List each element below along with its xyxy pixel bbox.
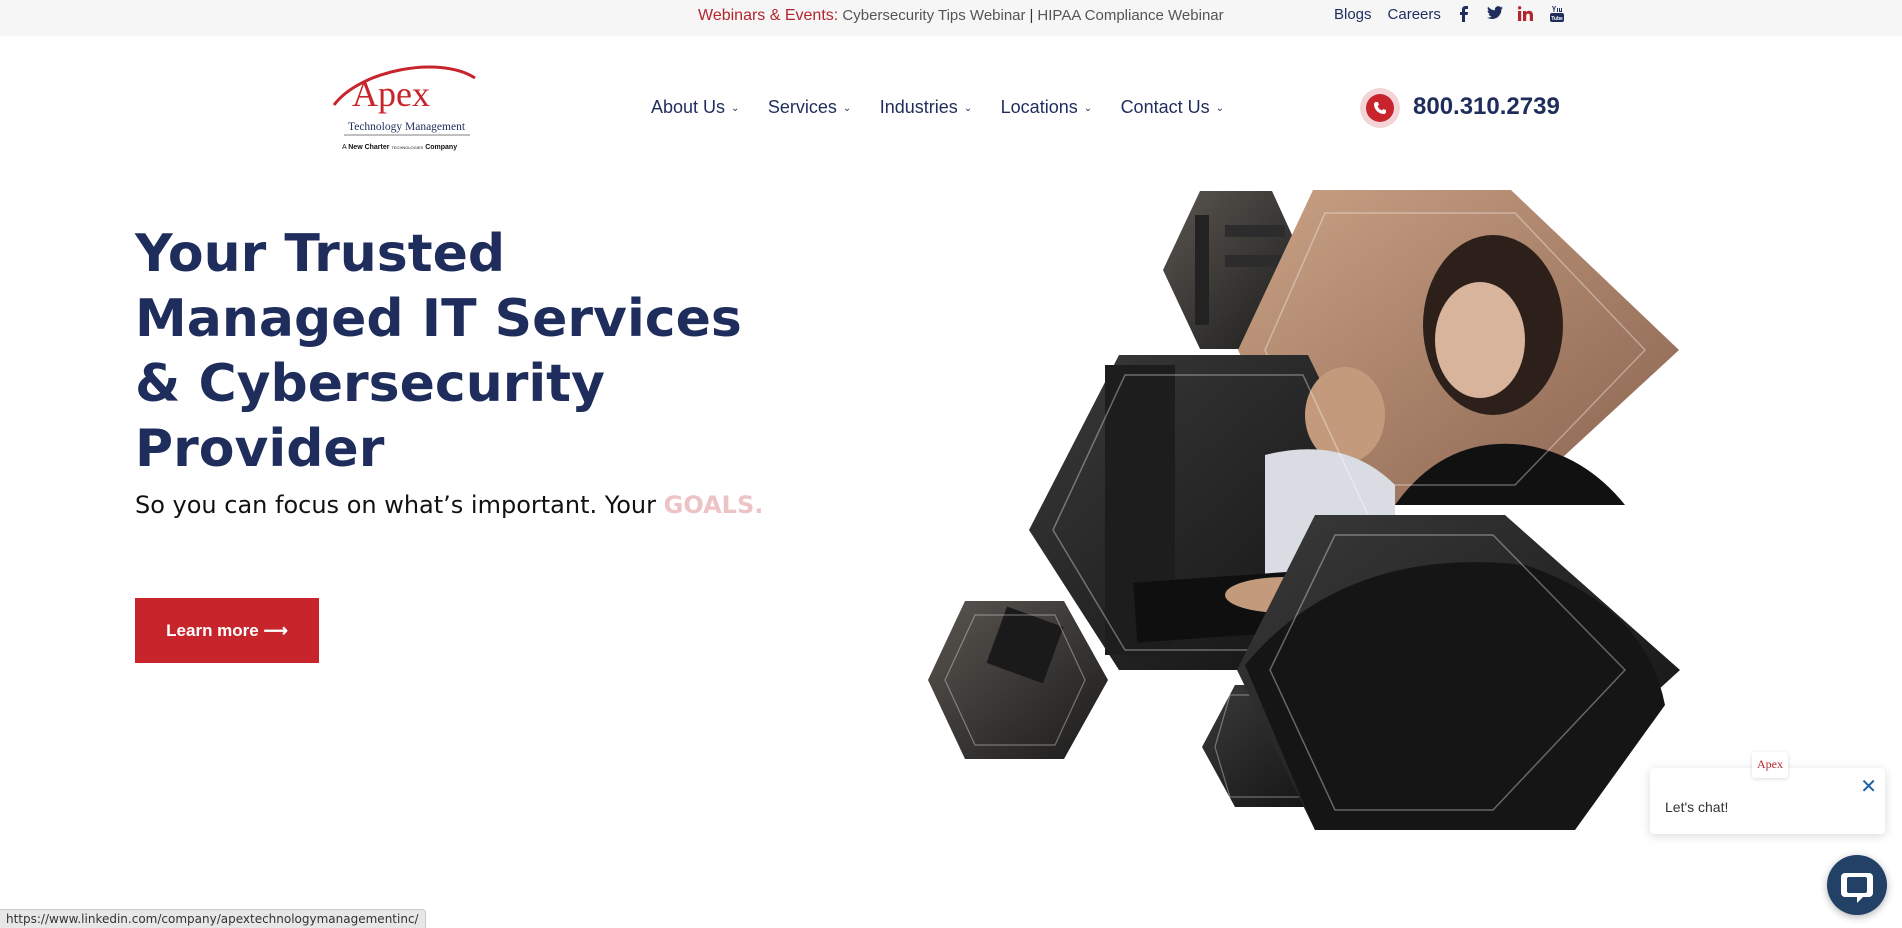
nav-label: Contact Us — [1120, 97, 1210, 117]
careers-link[interactable]: Careers — [1388, 6, 1441, 23]
chevron-down-icon: ⌄ — [1083, 102, 1093, 114]
main-nav: About Us ⌄ Services ⌄ Industries ⌄ Location… — [651, 97, 1248, 121]
hero-title: Your Trusted Managed IT Services & Cyber… — [135, 222, 755, 482]
chat-agent-logo: Apex — [1752, 752, 1788, 778]
logo-subtitle: Technology Management — [348, 121, 466, 133]
nav-item-locations[interactable]: Locations ⌄ — [1001, 97, 1092, 118]
hero-title-line: Managed IT Services — [135, 289, 742, 349]
events-separator: | — [1029, 7, 1034, 24]
hex-photo-woman-black — [1237, 515, 1680, 830]
twitter-icon[interactable] — [1487, 6, 1503, 24]
event-link-hipaa[interactable]: HIPAA Compliance Webinar — [1037, 7, 1223, 24]
blogs-link[interactable]: Blogs — [1334, 6, 1372, 23]
hero-subtitle: So you can focus on what’s important. Yo… — [135, 491, 763, 519]
linkedin-icon[interactable] — [1517, 6, 1533, 25]
chevron-down-icon: ⌄ — [842, 102, 852, 114]
status-bar-url: https://www.linkedin.com/company/apextec… — [0, 909, 426, 928]
hero-title-line: Your Trusted — [135, 224, 506, 284]
nav-item-industries[interactable]: Industries ⌄ — [880, 97, 972, 118]
nav-item-about-us[interactable]: About Us ⌄ — [651, 97, 739, 118]
nav-label: Industries — [879, 97, 958, 117]
nav-item-contact-us[interactable]: Contact Us ⌄ — [1121, 97, 1224, 118]
hero-subtitle-text: So you can focus on what’s important. Yo… — [135, 491, 656, 519]
logo-tagline-small: TECHNOLOGIES — [391, 145, 423, 150]
facebook-icon[interactable] — [1458, 6, 1470, 26]
nav-label: Services — [767, 97, 837, 117]
learn-more-button[interactable]: Learn more ⟶ — [135, 598, 319, 663]
chevron-down-icon: ⌄ — [1215, 102, 1224, 114]
phone-icon — [1360, 88, 1400, 128]
logo-name: Apex — [352, 74, 430, 114]
nav-item-services[interactable]: Services ⌄ — [768, 97, 851, 118]
svg-text:A New Charter TECH: A New Charter TECHNOLOGIES Company — [342, 144, 457, 151]
chevron-down-icon: ⌄ — [963, 102, 973, 114]
logo-tagline-brand: New Charter — [348, 144, 390, 151]
top-bar: Webinars & Events: Cybersecurity Tips We… — [0, 0, 1902, 36]
apex-logo[interactable]: Apex Technology Management A New Charter… — [330, 60, 480, 155]
logo-tagline-prefix: A — [342, 144, 347, 151]
hero-goals-highlight: GOALS. — [663, 491, 764, 519]
hero-hexagon-collage — [928, 190, 1680, 830]
close-icon[interactable]: ✕ — [1860, 774, 1877, 799]
chat-message: Let's chat! — [1665, 799, 1729, 815]
nav-label: About Us — [651, 97, 726, 117]
event-link-cybersecurity[interactable]: Cybersecurity Tips Webinar — [842, 7, 1025, 24]
chevron-down-icon: ⌄ — [731, 102, 740, 114]
utility-links: Blogs Careers — [1334, 6, 1457, 23]
hero-title-line: Provider — [135, 419, 385, 479]
phone-number: 800.310.2739 — [1413, 93, 1560, 120]
hex-photo-keypad — [928, 601, 1108, 759]
youtube-icon[interactable]: Tube — [1550, 6, 1564, 26]
hero-title-line: & Cybersecurity — [135, 354, 605, 414]
svg-text:Tube: Tube — [1551, 16, 1563, 22]
logo-tagline-suffix: Company — [425, 144, 457, 151]
chat-launcher-button[interactable] — [1827, 855, 1887, 915]
chat-bubble-icon — [1841, 873, 1873, 903]
events-bar: Webinars & Events: Cybersecurity Tips We… — [698, 7, 1224, 25]
events-label: Webinars & Events: — [698, 7, 839, 24]
nav-label: Locations — [1000, 97, 1078, 117]
